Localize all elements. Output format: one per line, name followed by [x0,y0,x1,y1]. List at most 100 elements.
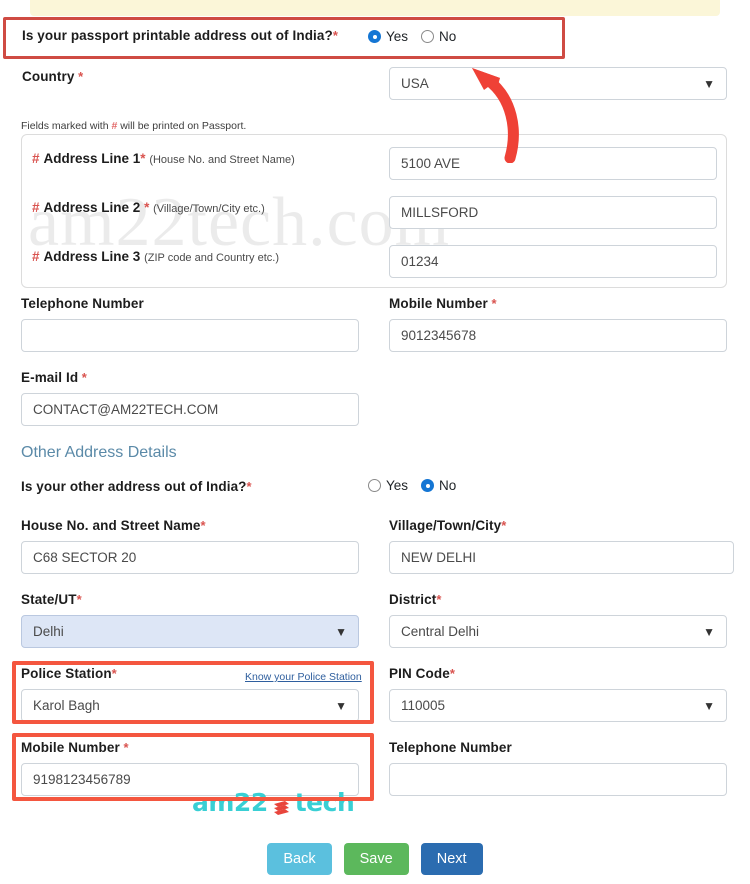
state-ut-select[interactable]: Delhi [21,615,359,648]
country-select[interactable]: USA [389,67,727,100]
email-label-wrap: E-mail Id * [21,370,359,385]
note-prefix: Fields marked with [21,120,112,132]
telephone-other-field-wrap [389,763,727,796]
other-address-question-label: Is your other address out of India? [21,479,247,494]
state-ut-label-wrap: State/UT* [21,592,359,607]
address-line-1-field-wrap [389,147,717,180]
country-select-wrap[interactable]: USA ▼ [389,67,727,100]
next-button[interactable]: Next [420,843,483,875]
house-street-label-wrap: House No. and Street Name* [21,518,359,533]
address-line-2-required-mark: * [144,200,150,215]
state-ut-required-mark: * [76,592,82,607]
note-suffix: will be printed on Passport. [117,120,247,132]
email-input[interactable] [21,393,359,426]
mobile-primary-required-mark: * [491,296,497,311]
address-line-1-input[interactable] [389,147,717,180]
hash-icon: # [32,200,40,215]
address-line-3-field-wrap [389,245,717,278]
passport-address-radio-group[interactable]: Yes No [368,29,462,44]
house-street-required-mark: * [200,518,206,533]
pin-code-label: PIN Code [389,666,450,681]
house-street-label: House No. and Street Name [21,518,201,533]
mobile-primary-input[interactable] [389,319,727,352]
hash-icon: # [32,151,40,166]
mobile-other-required-mark: * [123,740,129,755]
save-button[interactable]: Save [343,843,409,875]
other-address-radio-group[interactable]: Yes No [368,478,462,493]
radio-other-address-no-label: No [439,478,457,493]
address-line-3-input[interactable] [389,245,717,278]
other-address-details-heading: Other Address Details [21,444,177,461]
house-street-input[interactable] [21,541,359,574]
district-label: District [389,592,437,607]
district-required-mark: * [436,592,442,607]
address-line-2-label: # Address Line 2 * (Village/Town/City etc… [32,200,265,215]
address-line-3-text: Address Line 3 [43,249,141,264]
telephone-other-label: Telephone Number [389,740,512,755]
pin-code-field-wrap: 110005 ▼ [389,689,727,722]
state-ut-field-wrap: Delhi ▼ [21,615,359,648]
address-line-1-required-mark: * [140,151,146,166]
police-station-select[interactable]: Karol Bagh [21,689,359,722]
radio-selected-icon [368,30,381,43]
radio-other-address-yes-label: Yes [386,478,409,493]
police-station-required-mark: * [111,666,117,681]
email-required-mark: * [81,370,87,385]
back-button[interactable]: Back [267,843,332,875]
logo-mark-icon [272,794,291,815]
address-line-2-field-wrap [389,196,717,229]
address-line-3-hint: (ZIP code and Country etc.) [144,252,279,264]
radio-other-address-yes[interactable]: Yes [368,478,408,493]
passport-address-question-label: Is your passport printable address out o… [22,28,333,43]
radio-passport-address-yes[interactable]: Yes [368,29,408,44]
hash-icon: # [32,249,40,264]
telephone-primary-input[interactable] [21,319,359,352]
pin-code-label-wrap: PIN Code* [389,666,727,681]
district-field-wrap: Central Delhi ▼ [389,615,727,648]
mobile-primary-label-wrap: Mobile Number * [389,296,727,311]
radio-selected-icon [421,479,435,492]
address-line-1-label: # Address Line 1* (House No. and Street N… [32,151,295,166]
know-your-police-station-link-wrap: Know your Police Station [245,668,362,683]
address-line-2-input[interactable] [389,196,717,229]
district-select-wrap[interactable]: Central Delhi ▼ [389,615,727,648]
pin-code-required-mark: * [449,666,455,681]
passport-address-required-mark: * [332,28,338,43]
district-label-wrap: District* [389,592,727,607]
village-town-city-field-wrap [389,541,734,574]
telephone-other-input[interactable] [389,763,727,796]
village-town-city-label-wrap: Village/Town/City* [389,518,727,533]
village-town-city-required-mark: * [501,518,507,533]
printed-fields-note: Fields marked with # will be printed on … [21,120,246,132]
country-field-wrap: USA ▼ [389,67,727,100]
logo-text-right: tech [294,788,355,817]
mobile-primary-field-wrap [389,319,727,352]
other-address-question-row: Is your other address out of India?* [21,479,359,494]
police-station-select-wrap[interactable]: Karol Bagh ▼ [21,689,359,722]
district-select[interactable]: Central Delhi [389,615,727,648]
mobile-other-label-wrap: Mobile Number * [21,740,359,755]
mobile-other-label: Mobile Number [21,740,120,755]
telephone-primary-label-wrap: Telephone Number [21,296,359,311]
radio-passport-address-yes-label: Yes [386,29,409,44]
address-line-3-label: # Address Line 3 (ZIP code and Country et… [32,249,279,264]
email-field-wrap [21,393,359,426]
pin-code-select-wrap[interactable]: 110005 ▼ [389,689,727,722]
radio-passport-address-no-label: No [439,29,457,44]
pin-code-select[interactable]: 110005 [389,689,727,722]
village-town-city-input[interactable] [389,541,734,574]
radio-other-address-no[interactable]: No [421,478,456,493]
email-label: E-mail Id [21,370,79,385]
telephone-primary-label: Telephone Number [21,296,144,311]
am22tech-logo: am22 tech [192,788,355,817]
know-your-police-station-link[interactable]: Know your Police Station [245,671,362,683]
country-required-mark: * [78,69,84,84]
state-ut-select-wrap[interactable]: Delhi ▼ [21,615,359,648]
state-ut-label: State/UT [21,592,77,607]
police-station-field-wrap: Karol Bagh ▼ [21,689,359,722]
mobile-primary-label: Mobile Number [389,296,488,311]
police-station-label: Police Station [21,666,112,681]
house-street-field-wrap [21,541,359,574]
address-line-1-hint: (House No. and Street Name) [149,154,295,166]
radio-passport-address-no[interactable]: No [421,29,456,44]
